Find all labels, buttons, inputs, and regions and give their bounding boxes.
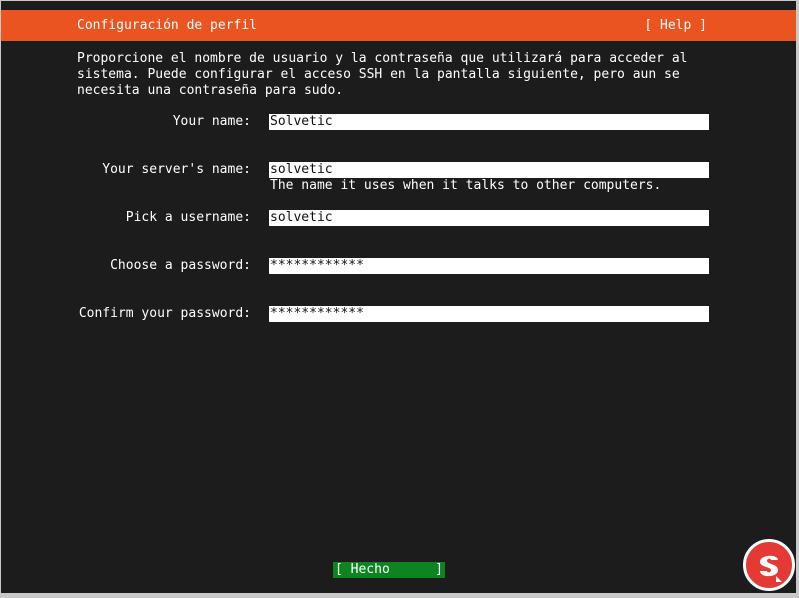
your-name-label: Your name: xyxy=(172,114,251,129)
your-name-input[interactable]: Solvetic xyxy=(269,114,709,130)
intro-line: necesita una contraseña para sudo. xyxy=(77,83,344,98)
solvetic-logo-icon xyxy=(743,539,795,591)
username-input[interactable]: solvetic xyxy=(269,210,709,226)
screen: Configuración de perfil [ Help ] Proporc… xyxy=(0,0,799,598)
password-label: Choose a password: xyxy=(110,258,251,273)
server-name-label: Your server's name: xyxy=(102,162,251,177)
server-name-help: The name it uses when it talks to other … xyxy=(270,178,662,193)
intro-text: Proporcione el nombre de usuario y la co… xyxy=(77,51,737,99)
help-button[interactable]: [ Help ] xyxy=(644,18,707,34)
done-button[interactable]: [ Hecho ] xyxy=(333,562,445,578)
confirm-password-label: Confirm your password: xyxy=(78,306,251,321)
header-bar: Configuración de perfil [ Help ] xyxy=(1,10,796,41)
password-input[interactable]: ************ xyxy=(269,258,709,274)
logo-glyph-icon xyxy=(760,555,782,582)
installer-terminal: Configuración de perfil [ Help ] Proporc… xyxy=(1,1,796,593)
intro-line: sistema. Puede configurar el acceso SSH … xyxy=(77,67,680,82)
confirm-password-input[interactable]: ************ xyxy=(269,306,709,322)
intro-line: Proporcione el nombre de usuario y la co… xyxy=(77,51,688,66)
done-button-label: [ Hecho xyxy=(335,562,390,577)
server-name-input[interactable]: solvetic xyxy=(269,162,709,178)
done-button-bracket: ] xyxy=(435,562,443,577)
page-title: Configuración de perfil xyxy=(77,18,258,33)
username-label: Pick a username: xyxy=(125,210,251,225)
